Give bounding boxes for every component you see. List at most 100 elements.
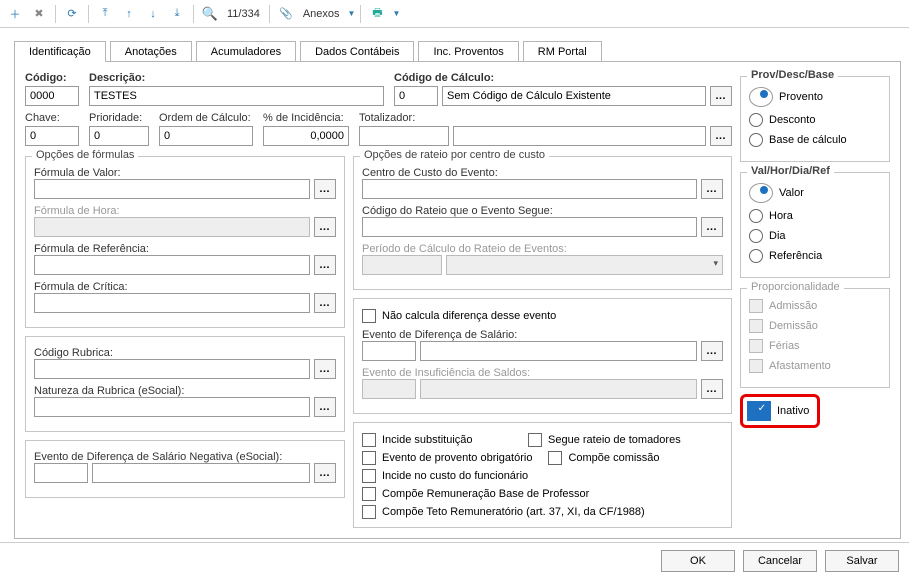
insuf-saldos-desc-input (420, 379, 697, 399)
codigo-rateio-input[interactable] (362, 217, 697, 237)
save-button[interactable]: Salvar (825, 550, 899, 572)
pct-input[interactable] (263, 126, 349, 146)
descricao-input[interactable] (89, 86, 384, 106)
chk-demissao: Demissão (749, 319, 881, 333)
eventodifneg-lookup-button[interactable]: … (314, 463, 336, 483)
tab-bar: Identificação Anotações Acumuladores Dad… (14, 40, 909, 61)
codigo-rubrica-input[interactable] (34, 359, 310, 379)
pct-label: % de Incidência: (263, 112, 349, 124)
next-icon[interactable]: ↓ (142, 3, 164, 25)
formula-ref-lookup-button[interactable]: … (314, 255, 336, 275)
eventodifneg-fieldset: Evento de Diferença de Salário Negativa … (25, 440, 345, 498)
codigo-rubrica-lookup-button[interactable]: … (314, 359, 336, 379)
totalizador-label: Totalizador: (359, 112, 732, 124)
proporcionalidade-legend: Proporcionalidade (747, 281, 844, 293)
print-dd-icon[interactable]: ▼ (392, 9, 400, 18)
totalizador-lookup-button[interactable]: … (710, 126, 732, 146)
eventodif-salario-label: Evento de Diferença de Salário: (362, 329, 723, 341)
chk-compoe-comissao[interactable]: Compõe comissão (548, 451, 698, 465)
eventodifneg-code-input[interactable] (34, 463, 88, 483)
formulas-fieldset: Opções de fórmulas Fórmula de Valor: … F… (25, 156, 345, 328)
radio-hora[interactable]: Hora (749, 209, 881, 223)
totalizador-desc-input[interactable] (453, 126, 706, 146)
codcalc-code-input[interactable] (394, 86, 438, 106)
tab-identificacao[interactable]: Identificação (14, 41, 106, 62)
natureza-rubrica-lookup-button[interactable]: … (314, 397, 336, 417)
formula-critica-label: Fórmula de Crítica: (34, 281, 336, 293)
codigo-label: Código: (25, 72, 79, 84)
tab-acumuladores[interactable]: Acumuladores (196, 41, 296, 62)
totalizador-code-input[interactable] (359, 126, 449, 146)
natureza-rubrica-label: Natureza da Rubrica (eSocial): (34, 385, 336, 397)
valhordia-fieldset: Val/Hor/Dia/Ref Valor Hora Dia Referênci… (740, 172, 890, 278)
anexos-label[interactable]: Anexos (299, 8, 344, 20)
chk-inativo[interactable]: Inativo (747, 401, 809, 421)
add-icon[interactable]: ＋ (4, 3, 26, 25)
chave-input[interactable] (25, 126, 79, 146)
inativo-highlight: Inativo (740, 394, 820, 428)
chk-ferias: Férias (749, 339, 881, 353)
formula-valor-lookup-button[interactable]: … (314, 179, 336, 199)
centro-custo-lookup-button[interactable]: … (701, 179, 723, 199)
eventodif-salario-code-input[interactable] (362, 341, 416, 361)
cancel-button[interactable]: Cancelar (743, 550, 817, 572)
nao-calcula-checkbox[interactable]: Não calcula diferença desse evento (362, 309, 723, 323)
radio-basecalculo[interactable]: Base de cálculo (749, 133, 881, 147)
formula-ref-input[interactable] (34, 255, 310, 275)
eventodif-salario-desc-input[interactable] (420, 341, 697, 361)
insuf-saldos-lookup-button[interactable]: … (701, 379, 723, 399)
ordem-label: Ordem de Cálculo: (159, 112, 253, 124)
print-icon[interactable]: 🖶 (366, 3, 388, 25)
chk-compoe-remun-prof[interactable]: Compõe Remuneração Base de Professor (362, 487, 589, 501)
descricao-label: Descrição: (89, 72, 384, 84)
prioridade-input[interactable] (89, 126, 149, 146)
diferenca-fieldset: Não calcula diferença desse evento Event… (353, 298, 732, 414)
natureza-rubrica-input[interactable] (34, 397, 310, 417)
tab-inc-proventos[interactable]: Inc. Proventos (418, 41, 518, 62)
insuf-saldos-label: Evento de Insuficiência de Saldos: (362, 367, 723, 379)
codigo-rateio-label: Código do Rateio que o Evento Segue: (362, 205, 723, 217)
formula-valor-input[interactable] (34, 179, 310, 199)
codigo-input[interactable] (25, 86, 79, 106)
last-icon[interactable]: ⤓ (166, 3, 188, 25)
radio-provento[interactable]: Provento (749, 87, 881, 107)
tab-anotacoes[interactable]: Anotações (110, 41, 192, 62)
refresh-icon[interactable]: ⟳ (61, 3, 83, 25)
first-icon[interactable]: ⤒ (94, 3, 116, 25)
chk-segue-rateio[interactable]: Segue rateio de tomadores (528, 433, 681, 447)
codcalc-desc-input[interactable] (442, 86, 706, 106)
eventodif-salario-lookup-button[interactable]: … (701, 341, 723, 361)
periodo-rateio-label: Período de Cálculo do Rateio de Eventos: (362, 243, 723, 255)
codcalc-label: Código de Cálculo: (394, 72, 732, 84)
prioridade-label: Prioridade: (89, 112, 149, 124)
radio-desconto[interactable]: Desconto (749, 113, 881, 127)
eventodifneg-desc-input[interactable] (92, 463, 310, 483)
dialog-footer: OK Cancelar Salvar (0, 542, 909, 578)
formula-hora-lookup-button[interactable]: … (314, 217, 336, 237)
chk-incide-custo-func[interactable]: Incide no custo do funcionário (362, 469, 528, 483)
chk-incide-substituicao[interactable]: Incide substituição (362, 433, 512, 447)
chk-admissao: Admissão (749, 299, 881, 313)
radio-valor[interactable]: Valor (749, 183, 881, 203)
formula-critica-input[interactable] (34, 293, 310, 313)
delete-icon[interactable]: ✖ (28, 3, 50, 25)
radio-dia[interactable]: Dia (749, 229, 881, 243)
codcalc-lookup-button[interactable]: … (710, 86, 732, 106)
attach-icon[interactable]: 📎 (275, 3, 297, 25)
prev-icon[interactable]: ↑ (118, 3, 140, 25)
formula-critica-lookup-button[interactable]: … (314, 293, 336, 313)
ordem-input[interactable] (159, 126, 253, 146)
search-icon[interactable]: 🔍 (199, 3, 221, 25)
radio-referencia[interactable]: Referência (749, 249, 881, 263)
toolbar: ＋ ✖ ⟳ ⤒ ↑ ↓ ⤓ 🔍 11/334 📎 Anexos ▼ 🖶 ▼ (0, 0, 909, 28)
chk-compoe-teto[interactable]: Compõe Teto Remuneratório (art. 37, XI, … (362, 505, 662, 519)
ok-button[interactable]: OK (661, 550, 735, 572)
periodo-rateio-select (446, 255, 723, 275)
tab-rm-portal[interactable]: RM Portal (523, 41, 602, 62)
chk-evento-provento-obrig[interactable]: Evento de provento obrigatório (362, 451, 532, 465)
proporcionalidade-fieldset: Proporcionalidade Admissão Demissão Féri… (740, 288, 890, 388)
anexos-dd-icon[interactable]: ▼ (348, 9, 356, 18)
centro-custo-input[interactable] (362, 179, 697, 199)
codigo-rateio-lookup-button[interactable]: … (701, 217, 723, 237)
tab-dados-contabeis[interactable]: Dados Contábeis (300, 41, 414, 62)
